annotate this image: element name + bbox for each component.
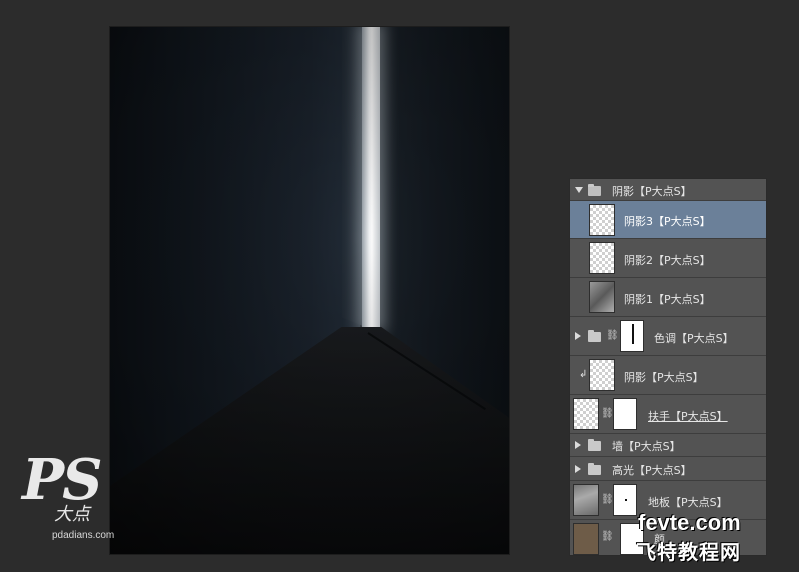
document-canvas[interactable] <box>110 27 509 554</box>
layer-label: 阴影1【P大点S】 <box>624 293 711 306</box>
expand-triangle-icon[interactable] <box>575 441 581 449</box>
layer-row[interactable]: ⛓ 扶手【P大点S】 <box>570 395 766 434</box>
layer-thumbnail <box>589 204 615 236</box>
layer-row[interactable]: ↲ 阴影【P大点S】 <box>570 356 766 395</box>
layer-label: 色调【P大点S】 <box>654 332 734 345</box>
layer-label: 阴影3【P大点S】 <box>624 215 711 228</box>
folder-open-icon <box>588 184 601 196</box>
layer-thumbnail <box>573 484 599 516</box>
chain-link-icon[interactable]: ⛓ <box>601 408 614 420</box>
layer-label: 地板【P大点S】 <box>648 496 728 509</box>
site-name-watermark: 飞特教程网 <box>636 540 741 564</box>
layer-group-label: 阴影【P大点S】 <box>612 185 692 198</box>
layer-group-row[interactable]: ⛓ 色调【P大点S】 <box>570 317 766 356</box>
layer-thumbnail <box>589 242 615 274</box>
layer-group-row[interactable]: 高光【P大点S】 <box>570 457 766 481</box>
layer-row[interactable]: 阴影2【P大点S】 <box>570 239 766 278</box>
folder-icon <box>588 463 601 475</box>
layer-group-row[interactable]: 墙【P大点S】 <box>570 434 766 457</box>
layer-label: 阴影【P大点S】 <box>624 371 704 384</box>
layer-label: 阴影2【P大点S】 <box>624 254 711 267</box>
layer-group-label: 高光【P大点S】 <box>612 464 692 477</box>
layer-thumbnail <box>589 281 615 313</box>
chain-link-icon[interactable]: ⛓ <box>606 330 619 342</box>
ps-logo-site: pdadians.com <box>52 530 115 541</box>
layer-mask-thumbnail[interactable] <box>613 398 637 430</box>
site-domain-watermark: fevte.com <box>638 510 741 535</box>
layer-row[interactable]: 阴影3【P大点S】 <box>570 201 766 239</box>
layer-thumbnail <box>573 398 599 430</box>
expand-triangle-icon[interactable] <box>575 465 581 473</box>
chain-link-icon[interactable]: ⛓ <box>601 531 614 543</box>
mask-bar-icon <box>632 324 634 344</box>
layer-mask-thumbnail[interactable] <box>613 484 637 516</box>
layer-row[interactable]: 阴影1【P大点S】 <box>570 278 766 317</box>
clip-arrow-icon: ↲ <box>579 369 588 380</box>
folder-icon <box>588 330 601 342</box>
chain-link-icon[interactable]: ⛓ <box>601 494 614 506</box>
folder-icon <box>588 439 601 451</box>
vignette <box>110 27 509 554</box>
layer-thumbnail <box>589 359 615 391</box>
layer-group-label: 墙【P大点S】 <box>612 440 681 453</box>
ps-logo-chars: 大点 <box>54 504 90 525</box>
layers-panel: 阴影【P大点S】 阴影3【P大点S】 阴影2【P大点S】 阴影1【P大点S】 ⛓… <box>569 178 767 556</box>
adjustment-thumbnail <box>573 523 599 555</box>
mask-dot-icon <box>625 499 627 501</box>
photoshop-workspace: PS 大点 pdadians.com 阴影【P大点S】 阴影3【P大点S】 阴影… <box>0 0 799 572</box>
layer-label: 扶手【P大点S】 <box>648 410 728 423</box>
layer-group-header[interactable]: 阴影【P大点S】 <box>570 179 766 201</box>
expand-triangle-icon[interactable] <box>575 187 583 193</box>
ps-logo-watermark: PS 大点 pdadians.com <box>22 452 132 542</box>
expand-triangle-icon[interactable] <box>575 332 581 340</box>
layer-mask-thumbnail[interactable] <box>620 320 644 352</box>
